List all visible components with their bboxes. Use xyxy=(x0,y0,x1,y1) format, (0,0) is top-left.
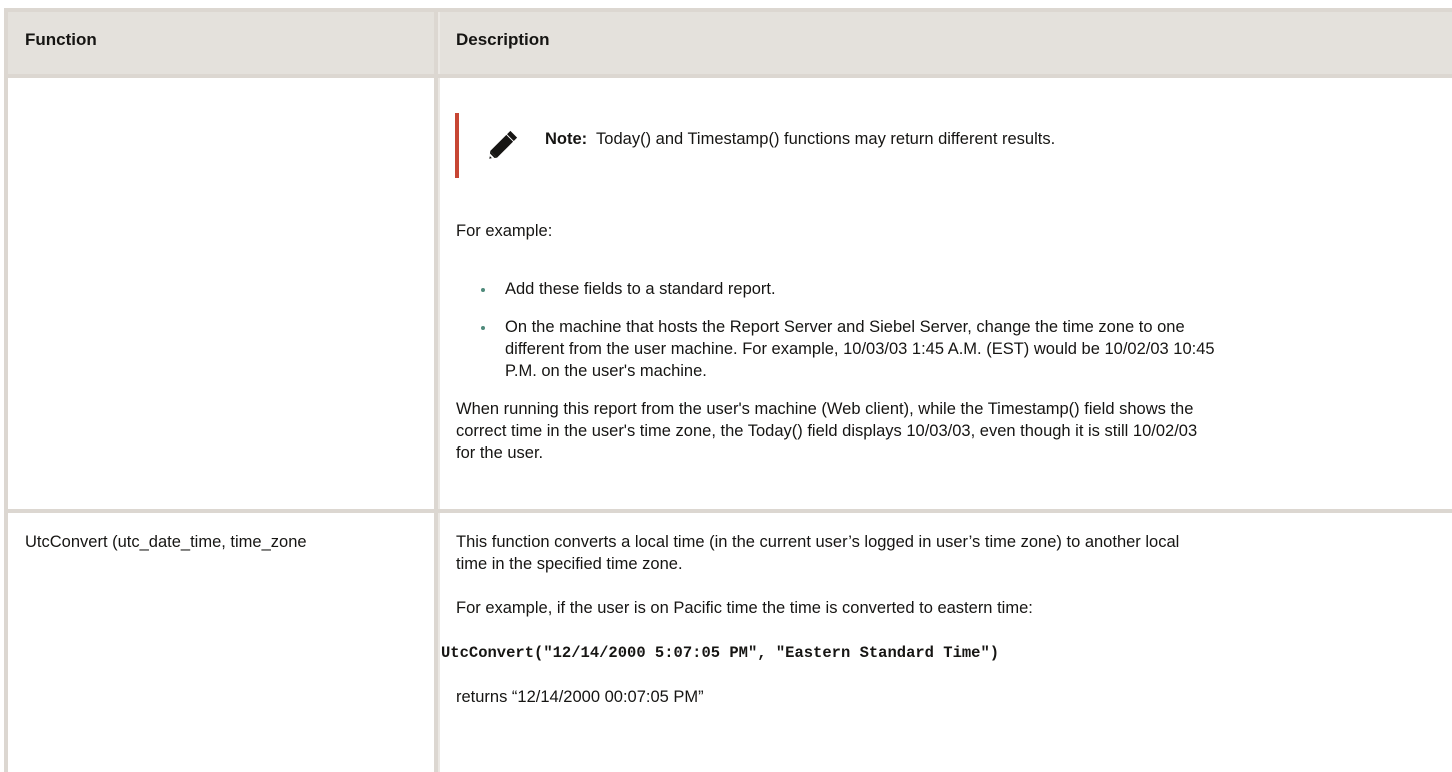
description-line-2: time in the specified time zone. xyxy=(456,555,683,573)
table-header-row xyxy=(8,12,1452,74)
example-text: For example, if the user is on Pacific t… xyxy=(456,599,1033,617)
code-sample: UtcConvert("12/14/2000 5:07:05 PM", "Eas… xyxy=(441,644,1000,662)
bullet-dot xyxy=(481,288,485,292)
column-header-description: Description xyxy=(456,30,550,49)
paragraph-line-1: When running this report from the user's… xyxy=(456,400,1194,418)
paragraph-line-2: correct time in the user's time zone, th… xyxy=(456,422,1198,440)
bullet-item-1: Add these fields to a standard report. xyxy=(505,280,776,298)
returns-text: returns “12/14/2000 00:07:05 PM” xyxy=(456,688,704,706)
function-name: UtcConvert (utc_date_time, time_zone xyxy=(25,533,307,551)
bullet-dot xyxy=(481,326,485,330)
paragraph-line-3: for the user. xyxy=(456,444,544,462)
bullet-item-2-line-1: On the machine that hosts the Report Ser… xyxy=(505,318,1185,336)
for-example-text: For example: xyxy=(456,222,553,240)
note-accent-bar xyxy=(455,113,459,178)
table-border-top xyxy=(4,8,1452,12)
column-divider-shadow xyxy=(438,12,440,772)
row-divider xyxy=(8,509,1452,513)
bullet-item-2-line-2: different from the user machine. For exa… xyxy=(505,340,1215,358)
column-header-function: Function xyxy=(25,30,97,49)
note-label: Note: xyxy=(545,130,588,148)
note-body: Today() and Timestamp() functions may re… xyxy=(596,130,1056,148)
pencil-icon xyxy=(489,130,518,159)
note-text: Note: Today() and Timestamp() functions … xyxy=(545,128,1055,150)
description-line-1: This function converts a local time (in … xyxy=(456,533,1180,551)
bullet-item-2-line-3: P.M. on the user's machine. xyxy=(505,362,707,380)
table-border-left xyxy=(4,12,8,772)
header-divider xyxy=(8,74,1452,78)
